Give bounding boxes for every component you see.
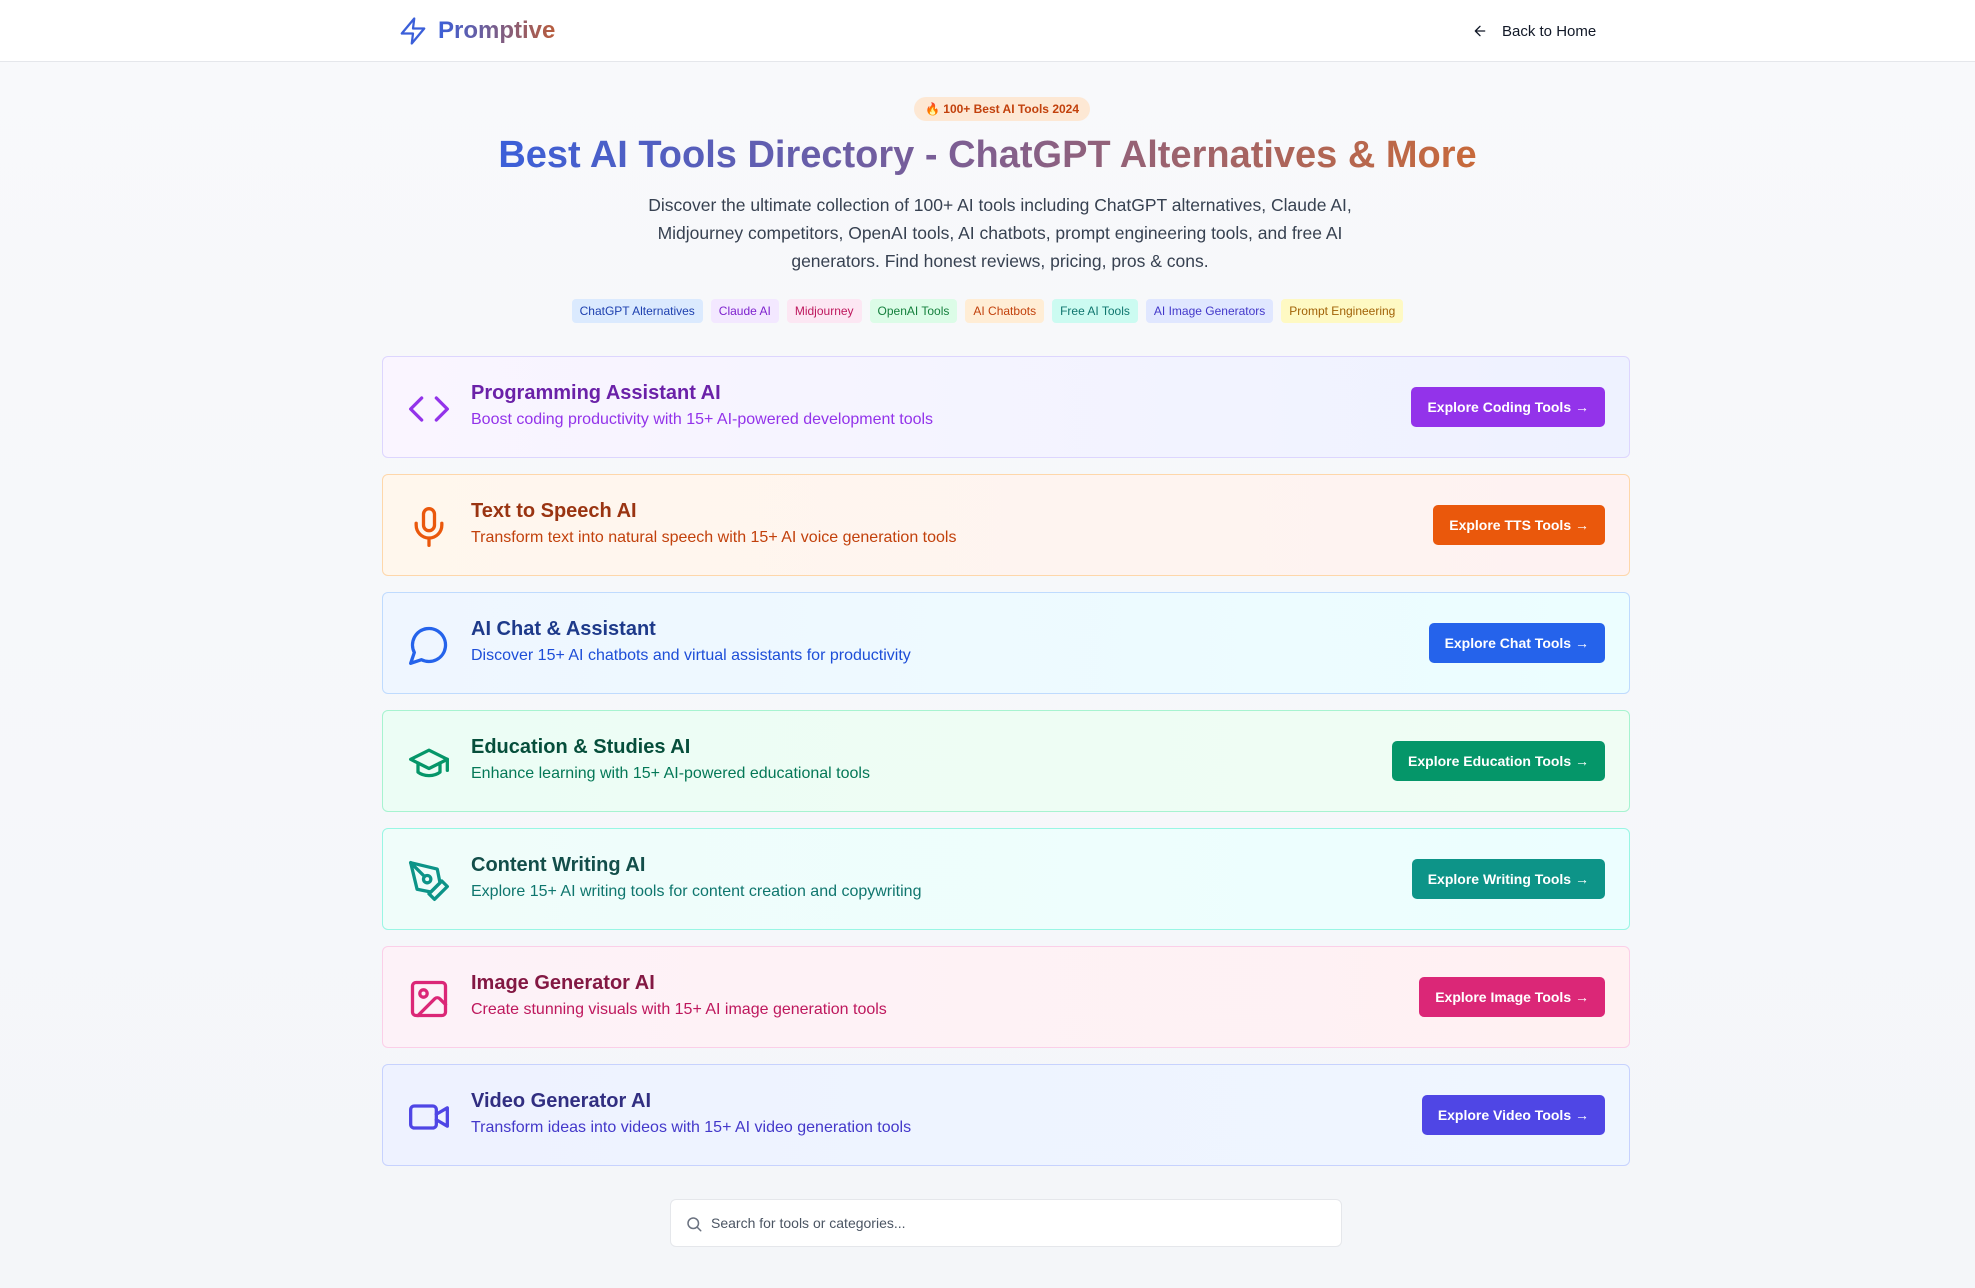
- category-title: Programming Assistant AI: [471, 382, 721, 404]
- keyword-tag[interactable]: Claude AI: [710, 299, 779, 323]
- page-title-text: Best AI Tools Directory - ChatGPT Altern…: [498, 134, 1477, 176]
- microphone-icon: [407, 505, 451, 549]
- category-title: AI Chat & Assistant: [471, 618, 656, 640]
- search-icon: [687, 1217, 702, 1232]
- explore-category-button[interactable]: Explore Chat Tools →: [1428, 623, 1605, 663]
- category-title: Image Generator AI: [471, 972, 655, 994]
- brand-logo-link[interactable]: Promptive: [398, 12, 555, 50]
- category-description: Explore 15+ AI writing tools for content…: [471, 883, 922, 900]
- category-description: Create stunning visuals with 15+ AI imag…: [471, 1001, 887, 1018]
- category-card[interactable]: Text to Speech AI Transform text into nat…: [382, 474, 1630, 576]
- keyword-tag[interactable]: ChatGPT Alternatives: [571, 299, 703, 323]
- category-title: Text to Speech AI: [471, 500, 637, 522]
- back-to-home-label: Back to Home: [1502, 22, 1597, 40]
- category-card[interactable]: Video Generator AI Transform ideas into v…: [382, 1064, 1630, 1166]
- code-icon: [407, 387, 451, 431]
- keyword-tag[interactable]: AI Image Generators: [1145, 299, 1274, 323]
- keyword-tag[interactable]: OpenAI Tools: [869, 299, 958, 323]
- page-description: Discover the ultimate collection of 100+…: [648, 195, 1352, 271]
- category-card[interactable]: Education & Studies AI Enhance learning w…: [382, 710, 1630, 812]
- category-title: Education & Studies AI: [471, 736, 691, 758]
- keyword-tag-list: ChatGPT Alternatives Claude AI Midjourney O…: [0, 299, 1975, 323]
- explore-category-button[interactable]: Explore Writing Tools →: [1411, 859, 1605, 899]
- promo-badge: 🔥 100+ Best AI Tools 2024: [914, 97, 1091, 121]
- explore-category-button[interactable]: Explore Image Tools →: [1419, 977, 1605, 1017]
- chat-bubble-icon: [407, 623, 451, 667]
- category-description: Boost coding productivity with 15+ AI-po…: [471, 411, 934, 428]
- top-navigation-bar: Promptive Back to Home: [0, 0, 1975, 62]
- category-card[interactable]: AI Chat & Assistant Discover 15+ AI chatb…: [382, 592, 1630, 694]
- video-camera-icon: [407, 1095, 451, 1139]
- category-description: Transform ideas into videos with 15+ AI …: [471, 1119, 912, 1136]
- lightning-bolt-icon: [400, 17, 426, 45]
- search-input[interactable]: [711, 1200, 1331, 1246]
- category-card[interactable]: Image Generator AI Create stunning visual…: [382, 946, 1630, 1048]
- explore-category-button[interactable]: Explore TTS Tools →: [1433, 505, 1605, 545]
- explore-category-button[interactable]: Explore Video Tools →: [1421, 1095, 1605, 1135]
- category-card[interactable]: Content Writing AI Explore 15+ AI writing…: [382, 828, 1630, 930]
- keyword-tag[interactable]: Free AI Tools: [1052, 299, 1138, 323]
- page-title: Best AI Tools Directory - ChatGPT Altern…: [0, 130, 1975, 180]
- graduation-cap-icon: [407, 741, 451, 785]
- keyword-tag[interactable]: Prompt Engineering: [1281, 299, 1404, 323]
- category-title: Video Generator AI: [471, 1090, 652, 1112]
- keyword-tag[interactable]: AI Chatbots: [965, 299, 1045, 323]
- category-card-list: Programming Assistant AI Boost coding pro…: [382, 356, 1630, 1182]
- image-icon: [407, 977, 451, 1021]
- explore-category-button[interactable]: Explore Coding Tools →: [1411, 387, 1605, 427]
- brand-name: Promptive: [438, 17, 556, 44]
- pen-tool-icon: [407, 859, 451, 903]
- explore-category-button[interactable]: Explore Education Tools →: [1392, 741, 1605, 781]
- category-description: Enhance learning with 15+ AI-powered edu…: [471, 765, 870, 782]
- keyword-tag[interactable]: Midjourney: [786, 299, 862, 323]
- search-bar: [670, 1199, 1342, 1247]
- category-description: Transform text into natural speech with …: [471, 529, 957, 546]
- arrow-left-icon: [1474, 25, 1486, 37]
- category-title: Content Writing AI: [471, 854, 646, 876]
- category-card[interactable]: Programming Assistant AI Boost coding pro…: [382, 356, 1630, 458]
- category-description: Discover 15+ AI chatbots and virtual ass…: [471, 647, 911, 664]
- back-to-home-link[interactable]: Back to Home: [1472, 18, 1596, 44]
